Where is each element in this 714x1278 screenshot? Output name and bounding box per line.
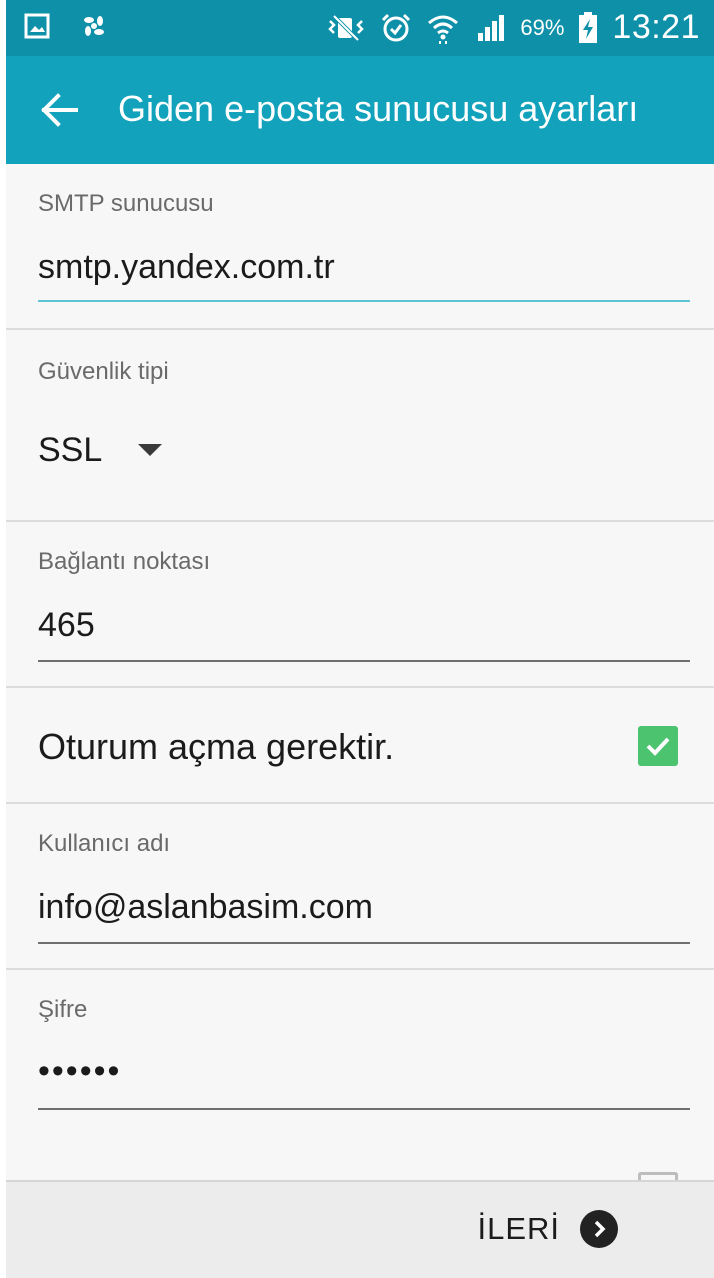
wifi-icon — [426, 11, 460, 45]
username-input[interactable]: info@aslanbasim.com — [38, 888, 373, 927]
smtp-server-section: SMTP sunucusu smtp.yandex.com.tr — [6, 164, 714, 330]
require-auth-section[interactable]: Oturum açma gerektir. — [6, 688, 714, 804]
alarm-icon — [380, 12, 412, 44]
security-type-section: Güvenlik tipi SSL — [6, 330, 714, 522]
gallery-icon — [24, 13, 50, 39]
password-input[interactable]: •••••• — [38, 1052, 121, 1091]
app-bar: Giden e-posta sunucusu ayarları — [6, 56, 714, 164]
vibrate-mute-icon — [326, 13, 366, 43]
battery-charging-icon — [578, 11, 598, 44]
username-label: Kullanıcı adı — [38, 830, 171, 857]
smtp-server-input[interactable]: smtp.yandex.com.tr — [38, 248, 335, 287]
status-left-icons — [24, 12, 108, 40]
port-section: Bağlantı noktası 465 — [6, 522, 714, 688]
port-label: Bağlantı noktası — [38, 548, 211, 575]
security-type-value: SSL — [38, 430, 103, 469]
username-underline — [38, 942, 690, 944]
arrow-back-icon — [41, 93, 78, 127]
next-button-label: İLERİ — [477, 1211, 560, 1246]
next-button[interactable]: İLERİ — [477, 1210, 618, 1248]
require-auth-label: Oturum açma gerektir. — [38, 726, 395, 767]
status-time: 13:21 — [612, 8, 700, 46]
back-button[interactable] — [34, 84, 86, 136]
battery-percent: 69% — [520, 14, 565, 40]
port-input[interactable]: 465 — [38, 606, 95, 645]
smtp-server-underline — [38, 300, 690, 302]
security-type-label: Güvenlik tipi — [38, 358, 169, 385]
password-underline — [38, 1108, 690, 1110]
smtp-server-label: SMTP sunucusu — [38, 190, 214, 217]
page-title: Giden e-posta sunucusu ayarları — [118, 88, 639, 129]
status-right-icons: 69% 13:21 — [326, 8, 700, 47]
port-underline — [38, 660, 690, 662]
dropdown-arrow-icon — [138, 444, 163, 456]
password-section: Şifre •••••• — [6, 970, 714, 1190]
password-label: Şifre — [38, 996, 88, 1023]
security-type-dropdown[interactable]: SSL — [38, 410, 188, 490]
require-auth-checkbox[interactable] — [638, 726, 678, 766]
status-bar: 69% 13:21 — [6, 0, 714, 56]
bottom-bar: İLERİ — [6, 1180, 714, 1278]
username-section: Kullanıcı adı info@aslanbasim.com — [6, 804, 714, 970]
phone-screen: 69% 13:21 Giden e-posta sunucusu ayarlar… — [6, 0, 714, 1278]
settings-form: SMTP sunucusu smtp.yandex.com.tr Güvenli… — [6, 164, 714, 1190]
pinwheel-icon — [80, 12, 108, 40]
chevron-right-circle-icon — [580, 1210, 618, 1248]
checkmark-icon — [646, 737, 670, 756]
signal-icon — [474, 13, 506, 43]
